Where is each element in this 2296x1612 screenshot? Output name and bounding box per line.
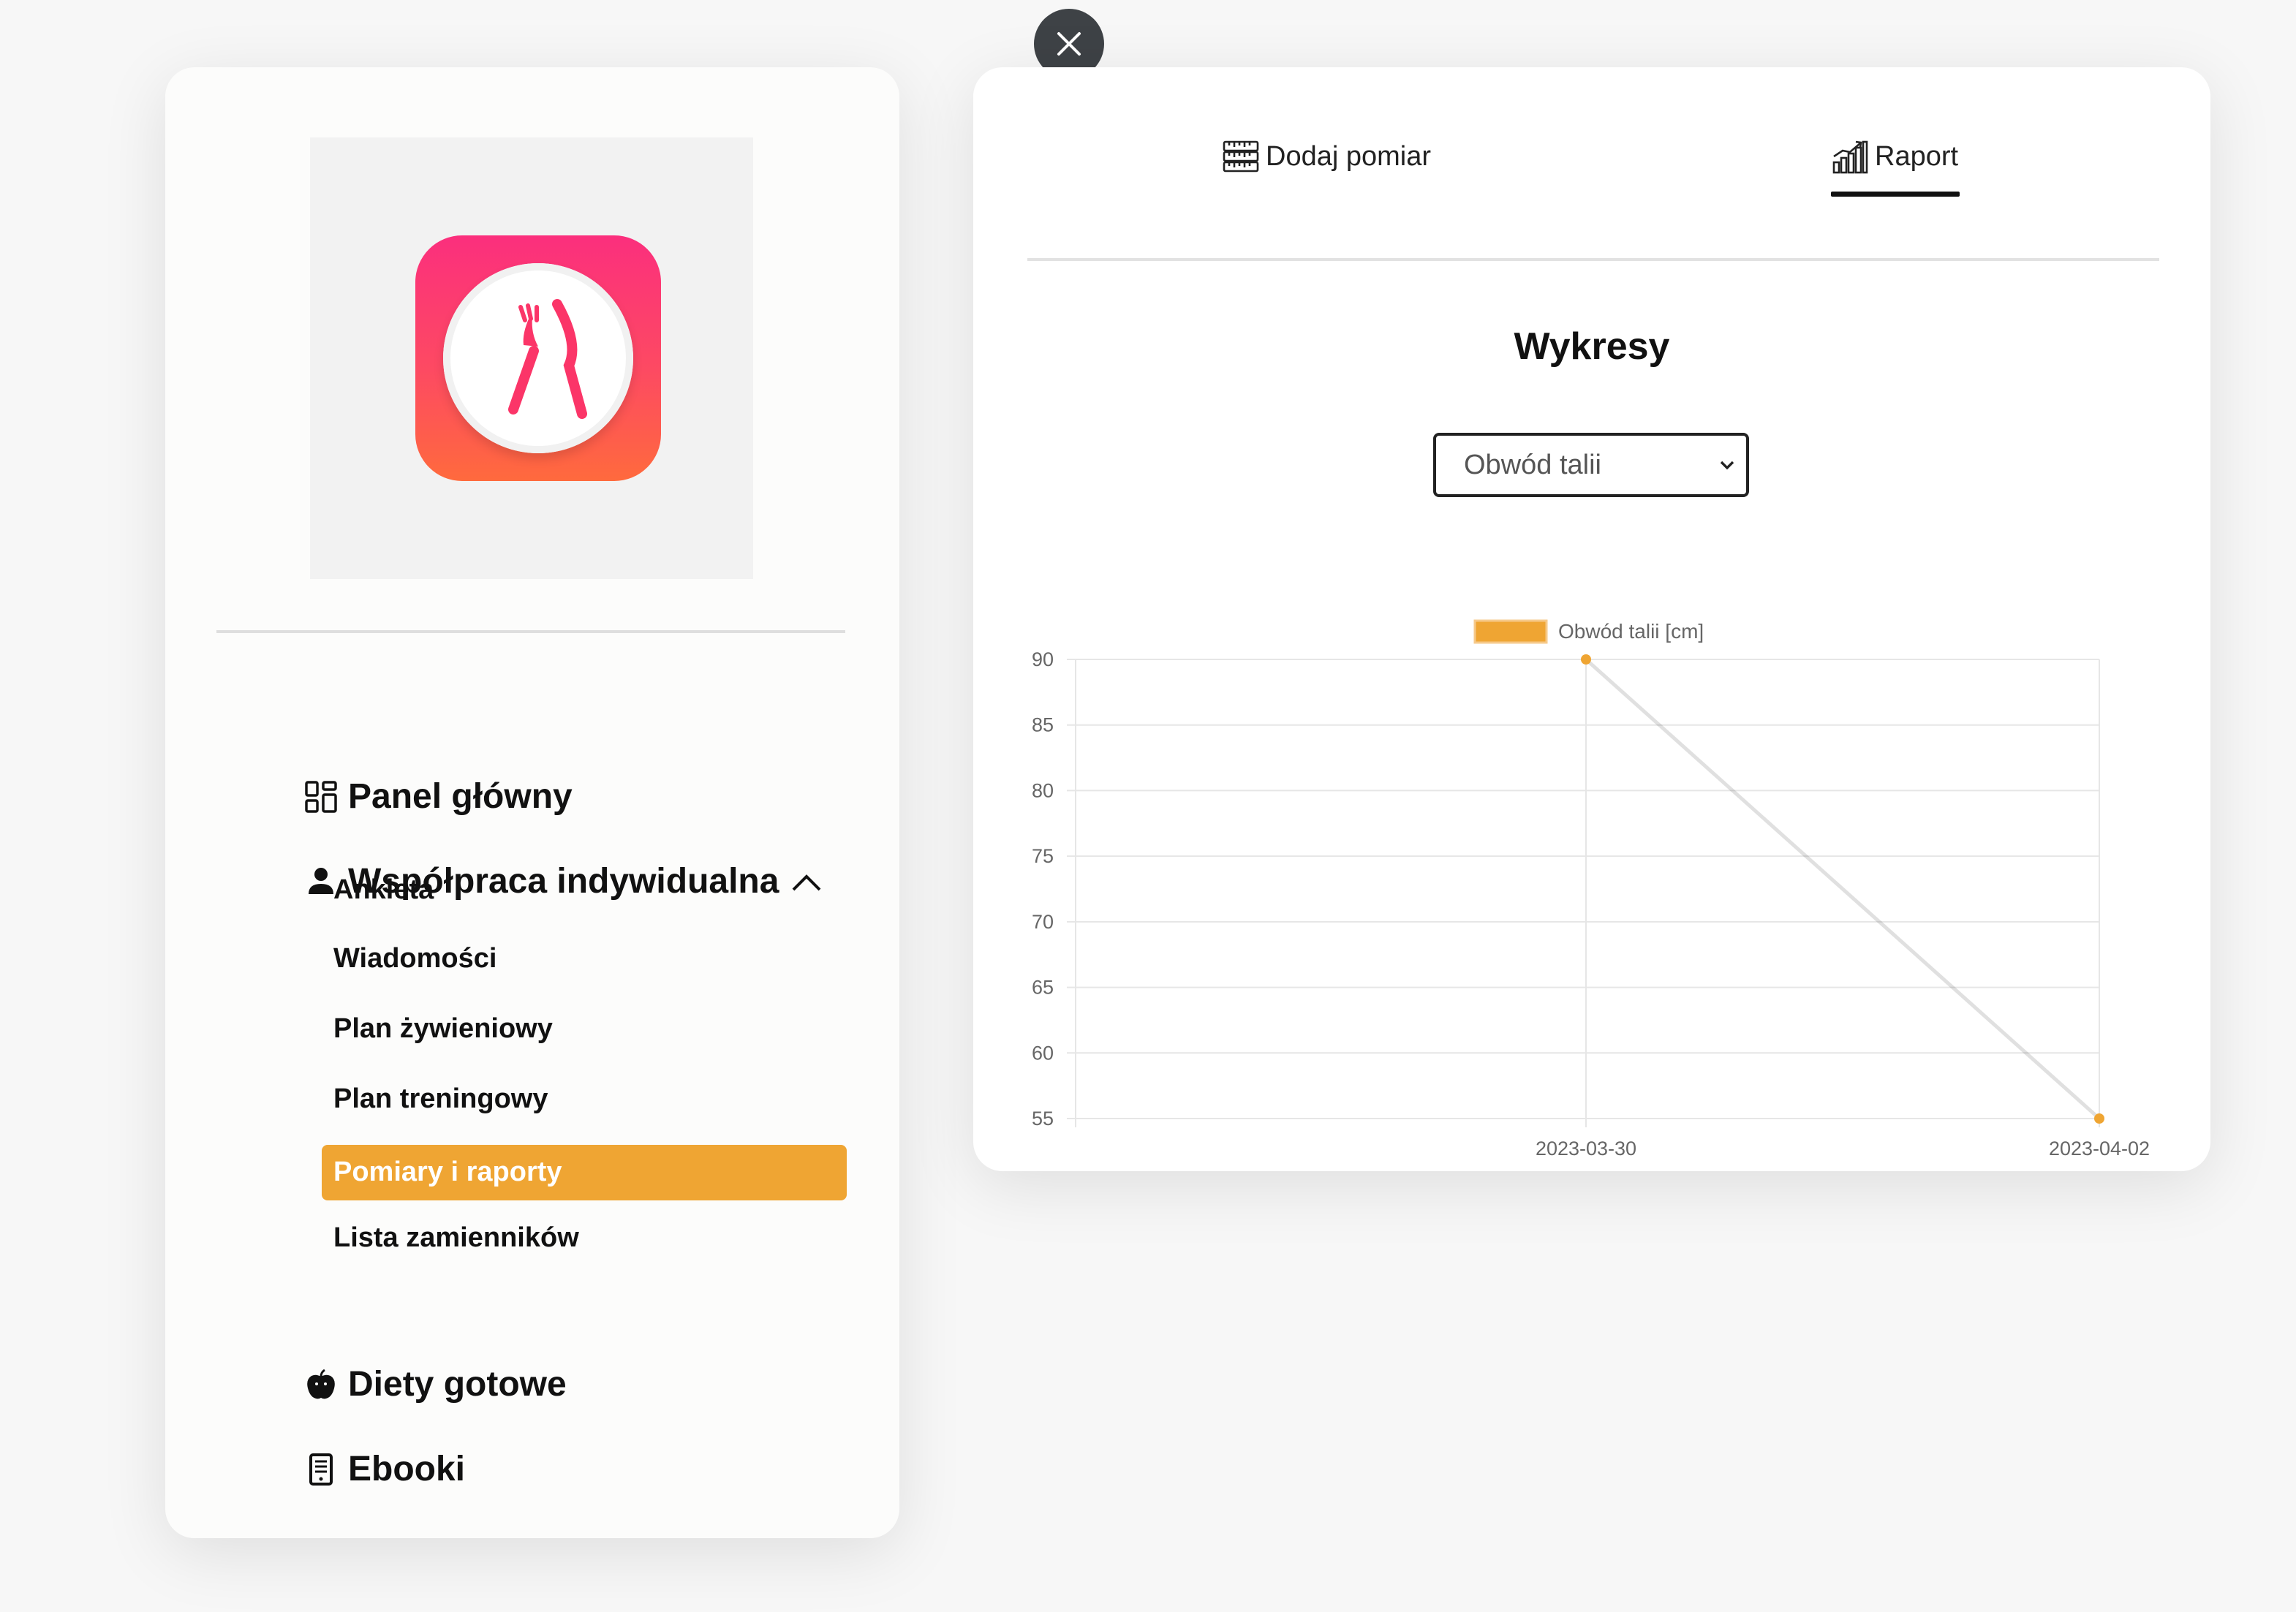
close-icon [1057,32,1081,56]
series-line [1585,658,2101,1120]
tab-report-label: Raport [1875,140,1959,172]
line-chart: 90 85 80 75 70 65 60 55 2023-03-30 2023-04-02 Obwó… [1032,619,2150,1159]
page-title: Wykresy [1514,325,1670,368]
nav-dashboard[interactable]: Panel główny [304,776,573,817]
x-tick-label: 2023-04-02 [2049,1138,2150,1159]
sidebar-item-messages[interactable]: Wiadomości [333,943,496,975]
dashboard-grid-icon [304,780,338,814]
chevron-down-icon [1720,461,1734,470]
legend-label: Obwód talii [cm] [1558,620,1704,643]
sidebar-item-label: Plan żywieniowy [333,1013,553,1044]
select-value: Obwód talii [1464,449,1601,480]
y-tick-label: 55 [1032,1108,1054,1129]
sidebar-item-training-plan[interactable]: Plan treningowy [333,1083,548,1115]
y-tick-label: 65 [1032,977,1054,999]
panel-divider [1027,258,2159,261]
legend-swatch [1473,619,1548,644]
data-point [2094,1113,2104,1124]
plate-icon [443,263,633,453]
report-panel: Dodaj pomiar Raport Wykresy Obwód talii … [973,67,2210,1171]
sidebar-item-survey[interactable]: Ankieta [333,874,434,906]
sidebar: Panel główny Współpraca indywidualna Ank… [165,67,899,1538]
y-tick-label: 70 [1032,911,1054,933]
tab-add-measurement[interactable]: Dodaj pomiar [1222,137,1431,175]
measurement-type-select[interactable]: Obwód talii [1433,433,1749,497]
sidebar-item-meal-plan[interactable]: Plan żywieniowy [333,1013,553,1045]
measuring-tape-icon [1222,137,1260,175]
nav-ready-diets-label: Diety gotowe [348,1365,567,1404]
x-tick-label: 2023-03-30 [1536,1138,1636,1159]
nav-ebooks[interactable]: Ebooki [304,1449,465,1489]
nav-ready-diets[interactable]: Diety gotowe [304,1364,567,1404]
y-tick-label: 85 [1032,714,1054,736]
y-tick-label: 80 [1032,779,1054,801]
y-tick-label: 75 [1032,845,1054,867]
chevron-up-icon[interactable] [790,871,823,893]
sidebar-divider [216,630,845,633]
tab-report[interactable]: Raport [1831,137,1958,175]
app-logo [310,137,753,579]
tab-add-measurement-label: Dodaj pomiar [1266,140,1431,172]
logo-tile [415,235,661,481]
nav-ebooks-label: Ebooki [348,1450,466,1488]
sidebar-item-label: Pomiary i raporty [333,1157,562,1187]
y-tick-label: 90 [1032,648,1054,670]
y-tick-label: 60 [1032,1042,1054,1064]
sidebar-item-substitutes-list[interactable]: Lista zamienników [333,1222,579,1254]
sidebar-item-label: Lista zamienników [333,1222,579,1253]
bar-chart-icon [1831,137,1869,175]
sidebar-item-label: Plan treningowy [333,1083,548,1114]
sidebar-item-measurements-reports[interactable]: Pomiary i raporty [322,1145,847,1200]
active-tab-indicator [1831,192,1960,197]
apple-icon [304,1368,338,1401]
sidebar-item-label: Wiadomości [333,943,497,974]
data-point [1581,654,1591,665]
ebook-icon [304,1453,338,1486]
nav-dashboard-label: Panel główny [348,777,573,816]
fork-knife-icon [508,299,587,419]
sidebar-item-label: Ankieta [333,874,434,905]
